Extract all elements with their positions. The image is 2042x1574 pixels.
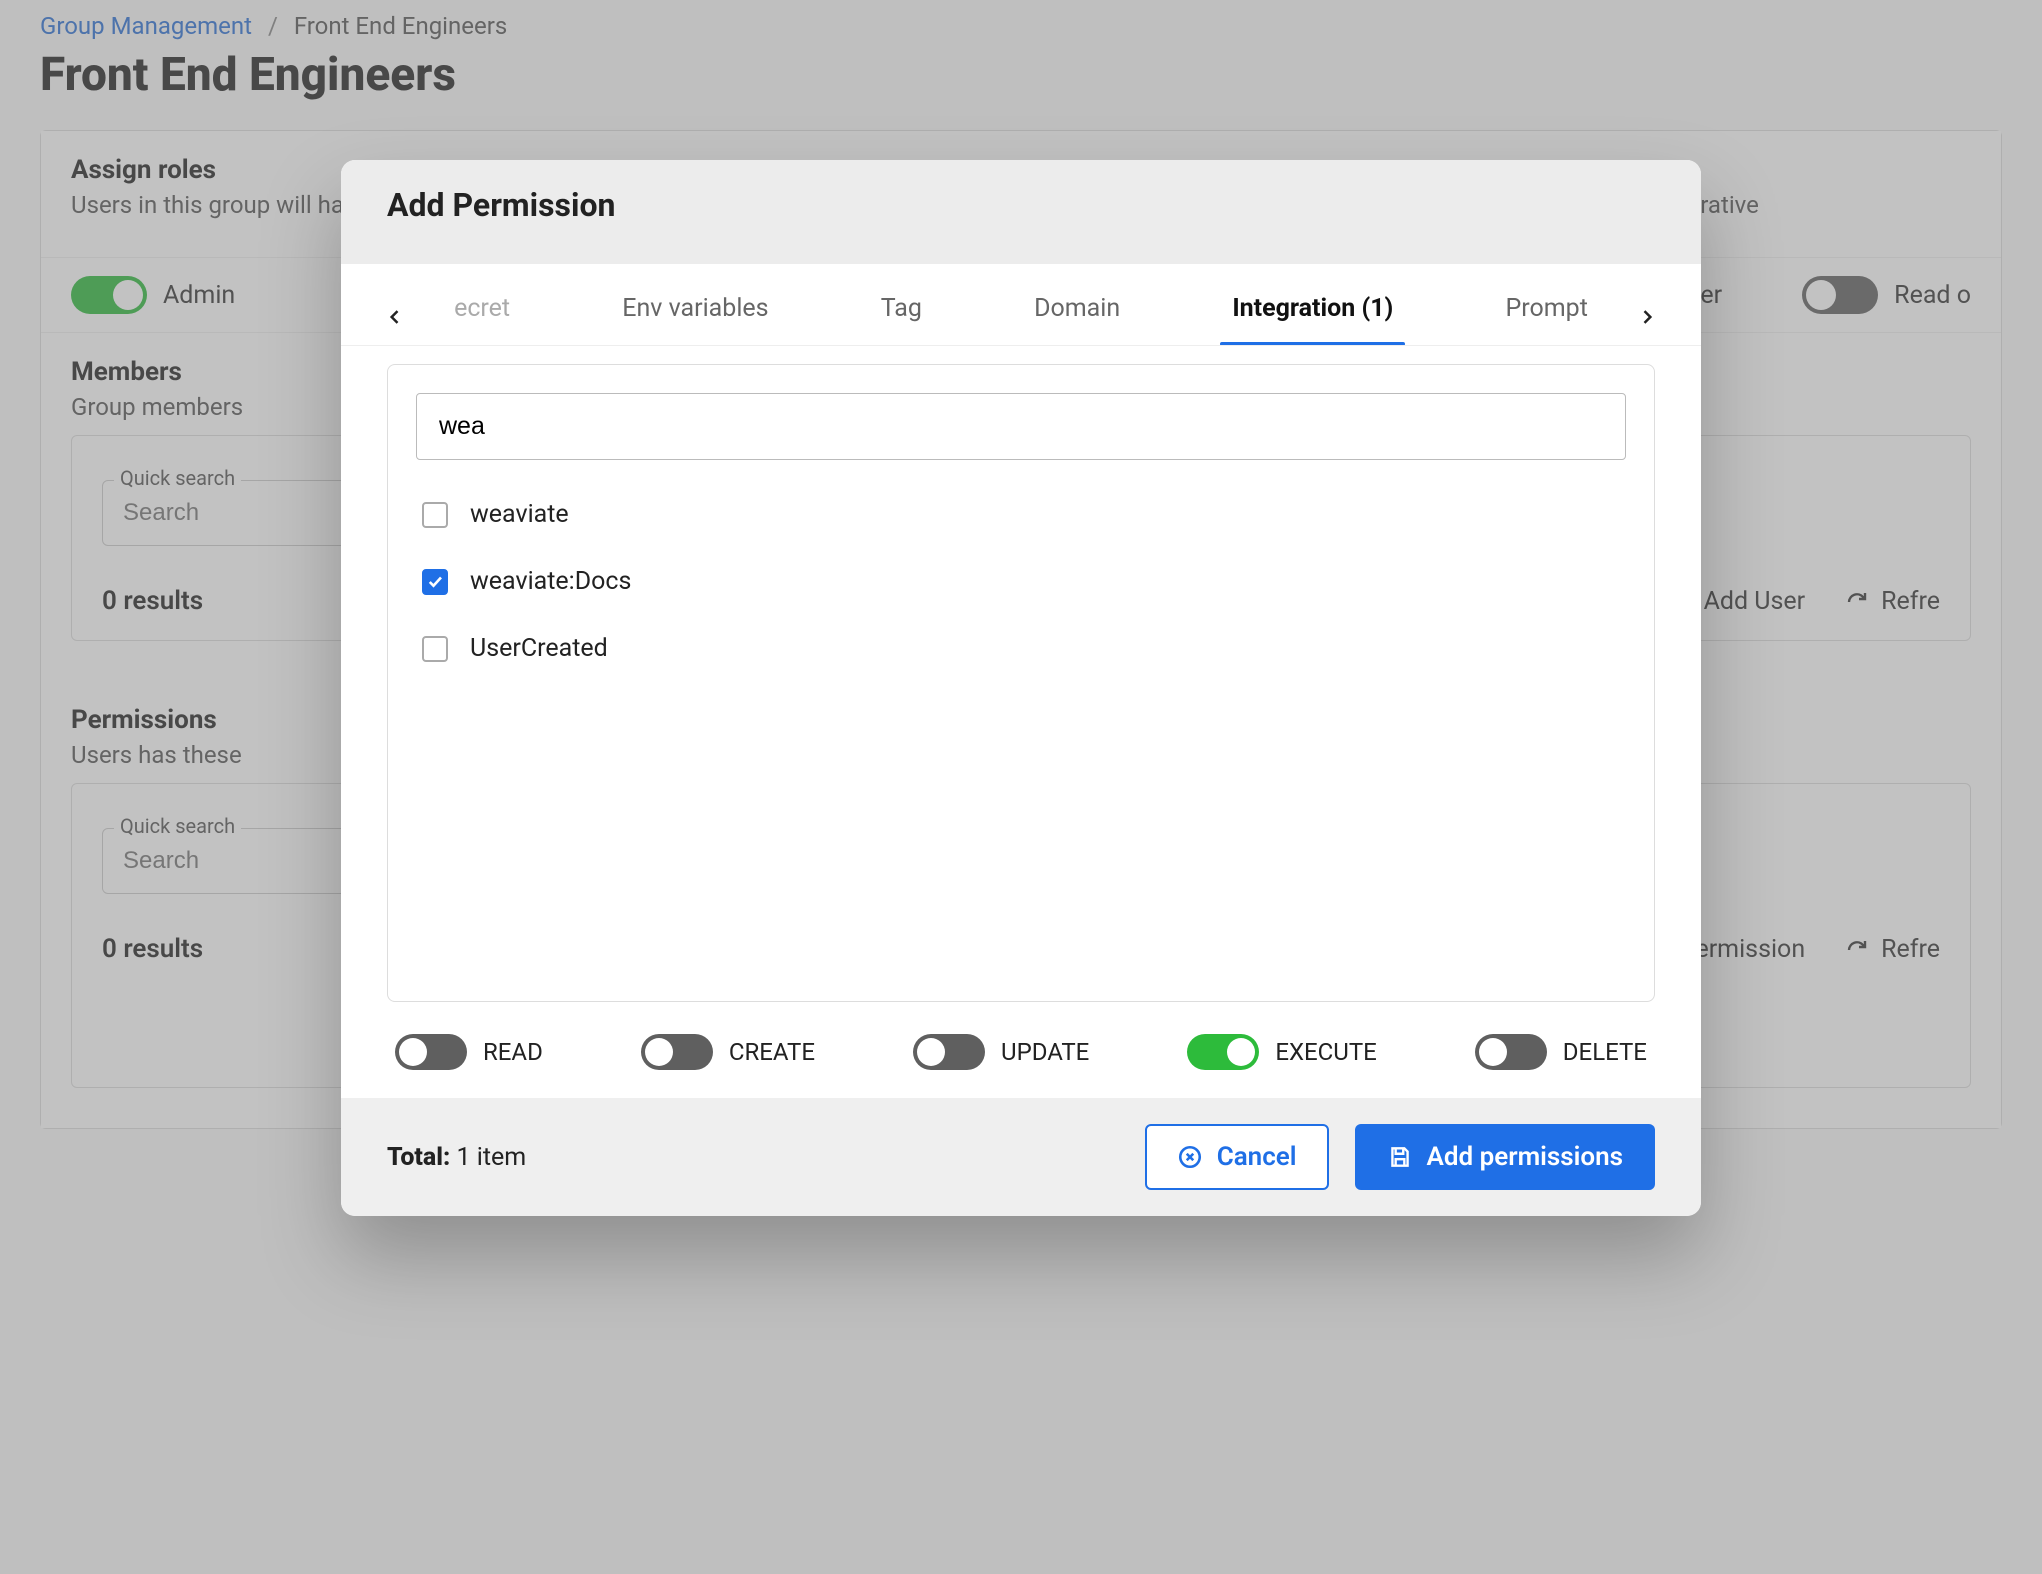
checkbox-usercreated[interactable] — [422, 636, 448, 662]
option-label: weaviate — [470, 500, 569, 529]
tabs-scroll-right[interactable] — [1629, 299, 1665, 335]
toggle-execute-label: EXECUTE — [1275, 1038, 1376, 1066]
toggle-update-label: UPDATE — [1001, 1038, 1089, 1066]
tab-tag[interactable]: Tag — [877, 288, 926, 345]
tab-integration[interactable]: Integration (1) — [1228, 288, 1397, 345]
toggle-update[interactable] — [913, 1034, 985, 1070]
integration-options: weaviate weaviate:Docs UserCreated — [416, 490, 1626, 973]
toggle-delete[interactable] — [1475, 1034, 1547, 1070]
toggle-execute[interactable] — [1187, 1034, 1259, 1070]
total-value: 1 item — [457, 1143, 527, 1172]
option-label: UserCreated — [470, 634, 608, 663]
cancel-label: Cancel — [1217, 1142, 1297, 1172]
toggle-read-label: READ — [483, 1038, 543, 1066]
total-label: Total: — [387, 1143, 450, 1172]
cancel-icon — [1177, 1144, 1203, 1170]
toggle-delete-label: DELETE — [1563, 1038, 1647, 1066]
option-label: weaviate:Docs — [470, 567, 631, 596]
tab-secret-partial[interactable]: ecret — [450, 288, 514, 345]
tab-env-variables[interactable]: Env variables — [618, 288, 772, 345]
modal-total: Total: 1 item — [387, 1143, 536, 1172]
tab-domain[interactable]: Domain — [1030, 288, 1124, 345]
option-usercreated[interactable]: UserCreated — [422, 634, 1620, 663]
cancel-button[interactable]: Cancel — [1145, 1124, 1329, 1190]
toggle-read[interactable] — [395, 1034, 467, 1070]
chevron-left-icon — [385, 307, 405, 327]
chevron-right-icon — [1637, 307, 1657, 327]
modal-overlay[interactable]: Add Permission ecret Env variables Tag D… — [0, 0, 2042, 1574]
save-icon — [1387, 1144, 1413, 1170]
modal-footer: Total: 1 item Cancel Add permissions — [341, 1098, 1701, 1216]
checkbox-weaviate[interactable] — [422, 502, 448, 528]
toggle-create[interactable] — [641, 1034, 713, 1070]
add-permissions-button[interactable]: Add permissions — [1355, 1124, 1656, 1190]
integration-filter-input[interactable] — [416, 393, 1626, 460]
permission-toggles: READ CREATE UPDATE EXECUTE DELETE — [387, 1002, 1655, 1070]
option-weaviate-docs[interactable]: weaviate:Docs — [422, 567, 1620, 596]
modal-tabs: ecret Env variables Tag Domain Integrati… — [341, 264, 1701, 346]
option-weaviate[interactable]: weaviate — [422, 500, 1620, 529]
tab-prompt[interactable]: Prompt — [1502, 288, 1592, 345]
tabs-scroll-left[interactable] — [377, 299, 413, 335]
checkbox-weaviate-docs[interactable] — [422, 569, 448, 595]
integration-filter-card: weaviate weaviate:Docs UserCreated — [387, 364, 1655, 1002]
add-permission-modal: Add Permission ecret Env variables Tag D… — [341, 160, 1701, 1216]
modal-title: Add Permission — [341, 160, 1701, 264]
toggle-create-label: CREATE — [729, 1038, 815, 1066]
add-permissions-label: Add permissions — [1427, 1142, 1624, 1172]
